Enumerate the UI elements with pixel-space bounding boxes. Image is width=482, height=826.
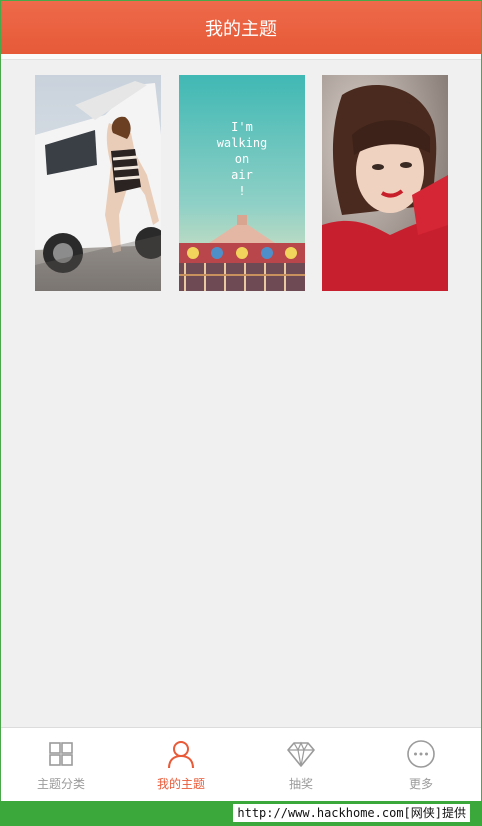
person-icon xyxy=(168,741,194,769)
tab-lottery[interactable]: 抽奖 xyxy=(241,728,361,801)
tab-label-more: 更多 xyxy=(408,777,433,791)
tab-theme-category[interactable]: 主题分类 xyxy=(1,728,121,801)
page-title: 我的主题 xyxy=(205,18,277,40)
tab-my-themes[interactable]: 我的主题 xyxy=(121,728,241,801)
tab-label-my-themes: 我的主题 xyxy=(156,777,205,791)
car-photo-image xyxy=(35,75,161,291)
header-bar: 我的主题 xyxy=(1,1,481,54)
theme-overlay-text: I'm walking on air ! xyxy=(216,120,268,198)
app-screen: 我的主题 I'm walking on air ! 主题分类 我的主题 抽奖 更… xyxy=(1,1,481,801)
grid-icon xyxy=(49,742,73,766)
header-divider xyxy=(1,54,481,60)
tab-label-theme-category: 主题分类 xyxy=(36,777,85,791)
tab-label-lottery: 抽奖 xyxy=(288,777,313,791)
more-icon xyxy=(407,740,435,768)
watermark-text: http://www.hackhome.com[网侠]提供 xyxy=(233,804,470,822)
watermark-bar: http://www.hackhome.com[网侠]提供 xyxy=(0,801,482,826)
portrait-photo-image xyxy=(322,75,448,291)
tab-more[interactable]: 更多 xyxy=(361,728,481,801)
theme-thumbnail-car[interactable] xyxy=(35,75,161,291)
diamond-icon xyxy=(287,741,315,767)
theme-thumbnail-walking-on-air[interactable]: I'm walking on air ! xyxy=(179,75,305,291)
bottom-tab-bar: 主题分类 我的主题 抽奖 更多 xyxy=(1,727,481,801)
theme-thumbnail-portrait[interactable] xyxy=(322,75,448,291)
